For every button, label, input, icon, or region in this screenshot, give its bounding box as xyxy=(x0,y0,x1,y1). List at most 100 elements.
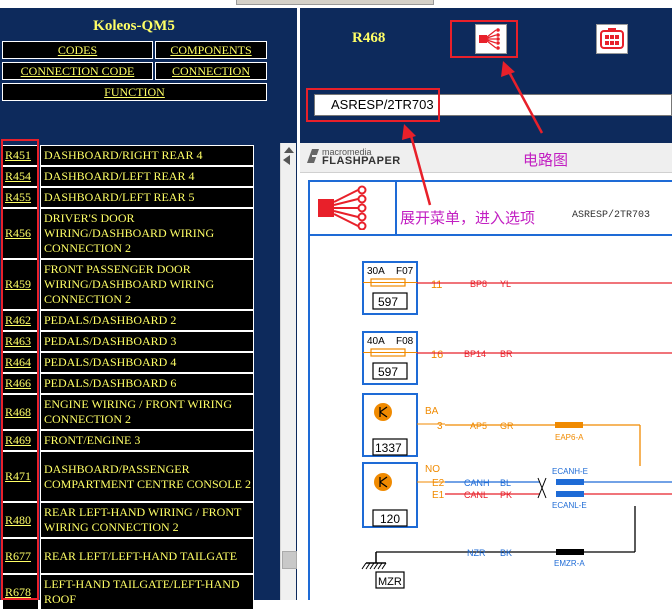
connector-emzr xyxy=(556,549,584,555)
list-item[interactable]: R469 FRONT/ENGINE 3 xyxy=(2,430,254,451)
twisted-pair-icon xyxy=(537,477,547,499)
codes-button[interactable]: CODES xyxy=(2,41,153,59)
pin-name: NO xyxy=(425,464,440,475)
list-item-code[interactable]: R468 xyxy=(2,394,39,430)
connector-label: ECANH-E xyxy=(552,467,588,476)
annotation-expand-menu: 展开菜单，进入选项 xyxy=(400,209,536,227)
scroll-up-icon[interactable] xyxy=(284,147,294,153)
list-item-desc: PEDALS/DASHBOARD 4 xyxy=(40,352,254,373)
pin-label: E2 xyxy=(432,478,445,489)
connector-eap6 xyxy=(555,422,583,428)
wire-code: NZR xyxy=(467,548,486,558)
list-item-desc: DRIVER'S DOOR WIRING/DASHBOARD WIRING CO… xyxy=(40,208,254,259)
list-item[interactable]: R468 ENGINE WIRING / FRONT WIRING CONNECT… xyxy=(2,394,254,430)
pin-label: E1 xyxy=(432,490,445,501)
list-item-desc: DASHBOARD/RIGHT REAR 4 xyxy=(40,145,254,166)
fuse-f07: 30A F07 597 xyxy=(362,261,418,315)
list-item[interactable]: R462 PEDALS/DASHBOARD 2 xyxy=(2,310,254,331)
flashpaper-name: FLASHPAPER xyxy=(322,155,401,167)
list-item-code[interactable]: R480 xyxy=(2,502,39,538)
list-item[interactable]: R677 REAR LEFT/LEFT-HAND TAILGATE xyxy=(2,538,254,574)
scroll-thumb[interactable] xyxy=(282,551,297,569)
wire-color: YL xyxy=(500,279,511,289)
top-scrollbar[interactable] xyxy=(236,0,434,5)
list-item-code[interactable]: R677 xyxy=(2,538,39,574)
list-item-desc: FRONT PASSENGER DOOR WIRING/DASHBOARD WI… xyxy=(40,259,254,310)
diagram-circuit-icon xyxy=(314,184,384,235)
list-item[interactable]: R480 REAR LEFT-HAND WIRING / FRONT WIRING… xyxy=(2,502,254,538)
list-item-desc: DASHBOARD/PASSENGER COMPARTMENT CENTRE C… xyxy=(40,451,254,502)
list-item-code[interactable]: R462 xyxy=(2,310,39,331)
list-item-desc: PEDALS/DASHBOARD 2 xyxy=(40,310,254,331)
fuse-f08: 40A F08 597 xyxy=(362,331,418,385)
wire-color: BK xyxy=(500,548,512,558)
app-title: Koleos-QM5 xyxy=(93,18,175,34)
list-item-code[interactable]: R466 xyxy=(2,373,39,394)
component-number: 1337 xyxy=(375,441,402,455)
component-number: 120 xyxy=(380,512,400,526)
connection-button[interactable]: CONNECTION xyxy=(155,62,267,80)
wiring-diagram: 30A F07 597 11 BP8 YL 40A F08 597 16 BP1… xyxy=(361,261,672,589)
circuit-diagram-icon[interactable] xyxy=(475,24,507,54)
component-120: 120 xyxy=(362,462,418,528)
fuse-number: 597 xyxy=(378,295,398,309)
connector-label: EMZR-A xyxy=(554,559,585,568)
list-item-desc: REAR LEFT/LEFT-HAND TAILGATE xyxy=(40,538,254,574)
list-item-code[interactable]: R463 xyxy=(2,331,39,352)
list-item[interactable]: R466 PEDALS/DASHBOARD 6 xyxy=(2,373,254,394)
diagram-code: ASRESP/2TR703 xyxy=(572,210,651,221)
list-item[interactable]: R459 FRONT PASSENGER DOOR WIRING/DASHBOAR… xyxy=(2,259,254,310)
list-item-desc: FRONT/ENGINE 3 xyxy=(40,430,254,451)
list-item[interactable]: R456 DRIVER'S DOOR WIRING/DASHBOARD WIRIN… xyxy=(2,208,254,259)
list-item[interactable]: R463 PEDALS/DASHBOARD 3 xyxy=(2,331,254,352)
connection-code-button[interactable]: CONNECTION CODE xyxy=(2,62,153,80)
wire-code: CANH xyxy=(464,478,490,488)
list-item-code[interactable]: R469 xyxy=(2,430,39,451)
components-button[interactable]: COMPONENTS xyxy=(155,41,267,59)
pin-label: 16 xyxy=(431,349,443,361)
list-item-code[interactable]: R678 xyxy=(2,574,39,610)
pin-label: 3 xyxy=(437,421,443,432)
list-item-code[interactable]: R456 xyxy=(2,208,39,259)
select-highlight xyxy=(306,88,440,122)
wire-code: BP14 xyxy=(464,349,486,359)
list-item-desc: PEDALS/DASHBOARD 6 xyxy=(40,373,254,394)
list-item-code[interactable]: R464 xyxy=(2,352,39,373)
function-button[interactable]: FUNCTION xyxy=(2,83,267,101)
connector-icon[interactable] xyxy=(596,24,628,54)
list-item[interactable]: R464 PEDALS/DASHBOARD 4 xyxy=(2,352,254,373)
list-item[interactable]: R678 LEFT-HAND TAILGATE/LEFT-HAND ROOF xyxy=(2,574,254,610)
list-item-desc: PEDALS/DASHBOARD 3 xyxy=(40,331,254,352)
flashpaper-logo-icon xyxy=(306,148,320,169)
ground-label: MZR xyxy=(378,576,402,588)
list-item-code[interactable]: R454 xyxy=(2,166,39,187)
wire-color: BL xyxy=(500,478,511,488)
fuse-rating: 30A xyxy=(367,266,385,277)
list-item-code[interactable]: R459 xyxy=(2,259,39,310)
list-item-desc: DASHBOARD/LEFT REAR 4 xyxy=(40,166,254,187)
list-item[interactable]: R455 DASHBOARD/LEFT REAR 5 xyxy=(2,187,254,208)
list-item[interactable]: R451 DASHBOARD/RIGHT REAR 4 xyxy=(2,145,254,166)
annotation-circuit-diagram: 电路图 xyxy=(523,151,569,169)
wire-color: BR xyxy=(500,349,513,359)
list-item-code[interactable]: R471 xyxy=(2,451,39,502)
list-scrollbar[interactable] xyxy=(280,143,297,600)
connector-ecanl xyxy=(556,491,584,497)
list-item-desc: DASHBOARD/LEFT REAR 5 xyxy=(40,187,254,208)
list-item-code[interactable]: R455 xyxy=(2,187,39,208)
list-item[interactable]: R454 DASHBOARD/LEFT REAR 4 xyxy=(2,166,254,187)
wire-code: CANL xyxy=(464,490,488,500)
selected-code-label: R468 xyxy=(352,30,386,46)
fuse-id: F07 xyxy=(396,266,414,277)
list-item[interactable]: R471 DASHBOARD/PASSENGER COMPARTMENT CENT… xyxy=(2,451,254,502)
diagram-header-separator xyxy=(395,180,397,236)
wire-color: PK xyxy=(500,490,512,500)
component-1337: 1337 xyxy=(362,393,418,457)
wire-color: GR xyxy=(500,421,514,431)
list-item-desc: LEFT-HAND TAILGATE/LEFT-HAND ROOF xyxy=(40,574,254,610)
collapse-arrow-icon[interactable] xyxy=(283,155,290,165)
list-item-code[interactable]: R451 xyxy=(2,145,39,166)
fuse-id: F08 xyxy=(396,336,414,347)
pin-label: 11 xyxy=(431,279,442,291)
pin-name: BA xyxy=(425,406,439,417)
